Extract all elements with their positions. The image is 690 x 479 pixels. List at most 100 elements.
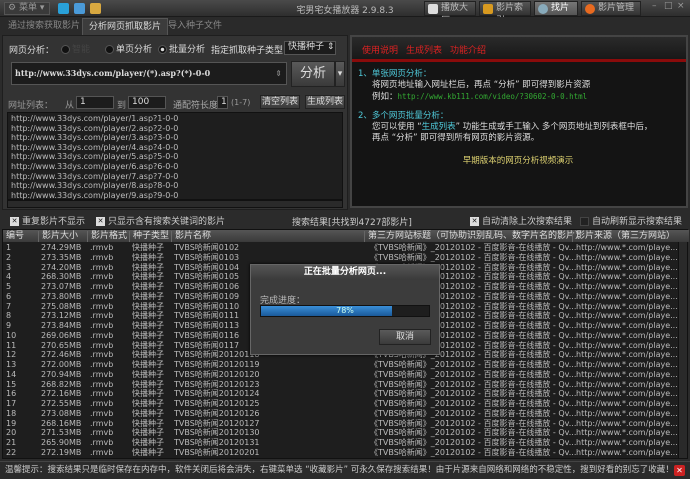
table-row[interactable]: 22 272.19MB .rmvb 快播种子 TVBS哈新闻20120201 《TVBS哈… — [3, 448, 679, 458]
table-row[interactable]: 15 268.82MB .rmvb 快播种子 TVBS哈新闻20120123 《TVBS哈… — [3, 380, 679, 390]
analyze-dropdown[interactable]: ▾ — [335, 61, 345, 87]
cell-format: .rmvb — [90, 399, 114, 408]
seed-type-select[interactable]: 快播种子 ⇕ — [284, 41, 336, 55]
progress-text: 78% — [336, 306, 354, 315]
cell-seed-type: 快播种子 — [132, 379, 164, 389]
cell-source: http://www.*.com/playe... — [576, 243, 678, 252]
help-link-usage[interactable]: 使用说明 — [362, 43, 398, 56]
cell-seed-type: 快播种子 — [132, 408, 164, 418]
tab-analyze-web[interactable]: 分析网页抓取影片 — [82, 18, 169, 35]
nav-movie-manage[interactable]: 影片管理 — [581, 1, 641, 16]
url-list-item[interactable]: http://www.33dys.com/player/2.asp?2-0-0 — [11, 124, 339, 134]
minimize-button[interactable]: – — [652, 1, 657, 16]
help-link-generate[interactable]: 生成列表 — [406, 43, 442, 56]
cell-number: 2 — [6, 252, 12, 262]
help-link-features[interactable]: 功能介绍 — [450, 43, 486, 56]
cell-source: http://www.*.com/playe... — [576, 252, 678, 262]
cancel-button[interactable]: 取消 — [379, 329, 431, 345]
table-row[interactable]: 20 271.53MB .rmvb 快播种子 TVBS哈新闻20120130 《TVBS哈… — [3, 428, 679, 438]
progress-bar: 78% — [260, 305, 430, 317]
nav-play-hall[interactable]: 播放大厅 — [424, 1, 476, 26]
play-icon — [428, 4, 438, 14]
tab-search[interactable]: 通过搜索获取影片 — [2, 18, 86, 35]
generate-list-button[interactable]: 生成列表 — [305, 95, 345, 109]
url-list-item[interactable]: http://www.33dys.com/player/8.asp?8-0-0 — [11, 181, 339, 191]
help-generate-link[interactable]: 生成列表 — [422, 122, 456, 132]
analyze-button[interactable]: 分析 — [291, 61, 335, 87]
cell-size: 270.94MB — [41, 369, 82, 379]
wildcard-label: 通配符长度 — [173, 101, 219, 111]
radio-batch[interactable]: 批量分析 — [158, 42, 205, 55]
url-list-item[interactable]: http://www.33dys.com/player/6.asp?6-0-0 — [11, 162, 339, 172]
col-format[interactable]: 影片格式 — [87, 231, 127, 242]
cell-site-title: 《TVBS哈新闻》_20120102 - 百度影音-在线播放 - Qv... — [370, 428, 577, 438]
cell-site-title: 《TVBS哈新闻》_20120102 - 百度影音-在线播放 - Qv... — [370, 418, 577, 428]
table-row[interactable]: 17 272.55MB .rmvb 快播种子 TVBS哈新闻20120125 《TVBS哈… — [3, 399, 679, 409]
help-video-link[interactable]: 早期版本的网页分析视频演示 — [358, 156, 678, 167]
help-s1-example-link[interactable]: http://www.kb111.com/video/?30602-0-0.ht… — [398, 92, 588, 101]
url-list[interactable]: http://www.33dys.com/player/1.asp?1-0-0 h… — [7, 112, 343, 200]
table-row[interactable]: 21 265.90MB .rmvb 快播种子 TVBS哈新闻20120131 《TVBS哈… — [3, 438, 679, 448]
from-input[interactable]: 1 — [76, 96, 114, 109]
status-tip: 温馨提示：搜索结果只是临时保存在内存中，软件关闭后将会消失，右键菜单选 “收藏影… — [5, 465, 674, 475]
close-button[interactable]: × — [677, 1, 685, 16]
url-list-item[interactable]: http://www.33dys.com/player/4.asp?4-0-0 — [11, 143, 339, 153]
table-row[interactable]: 2 273.35MB .rmvb 快播种子 TVBS哈新闻0103 《TVBS哈新闻》_2… — [3, 253, 679, 263]
cell-name: TVBS哈新闻0109 — [174, 291, 240, 301]
url-input[interactable]: http://www.33dys.com/player/(*).asp?(*)-… — [11, 62, 287, 85]
checkbox-checked-icon: ✕ — [96, 217, 105, 226]
table-row[interactable]: 18 273.08MB .rmvb 快播种子 TVBS哈新闻20120126 《TVBS哈… — [3, 409, 679, 419]
url-list-item[interactable]: http://www.33dys.com/player/7.asp?7-0-0 — [11, 172, 339, 182]
table-vscrollbar[interactable] — [678, 242, 687, 458]
tab-import-seed[interactable]: 导入种子文件 — [162, 18, 228, 35]
cell-number: 11 — [6, 340, 17, 350]
cell-size: 273.84MB — [41, 321, 82, 330]
cell-site-title: 《TVBS哈新闻》_20120102 - 百度影音-在线播放 - Qv... — [370, 438, 577, 447]
cell-format: .rmvb — [90, 252, 114, 262]
cell-source: http://www.*.com/playe... — [576, 408, 678, 418]
cell-format: .rmvb — [90, 408, 114, 418]
maximize-button[interactable]: □ — [664, 1, 673, 16]
cell-seed-type: 快播种子 — [132, 301, 164, 311]
cell-seed-type: 快播种子 — [132, 350, 164, 360]
url-list-item[interactable]: http://www.33dys.com/player/5.asp?5-0-0 — [11, 152, 339, 162]
to-input[interactable]: 100 — [128, 96, 166, 109]
checkbox-unchecked-icon — [580, 217, 589, 226]
table-row[interactable]: 13 272.00MB .rmvb 快播种子 TVBS哈新闻20120119 《TVBS哈… — [3, 360, 679, 370]
cell-name: TVBS哈新闻0117 — [174, 340, 240, 350]
col-size[interactable]: 影片大小 — [38, 231, 78, 242]
help-s1-example-label: 例如： — [372, 92, 398, 102]
url-list-hscrollbar[interactable] — [7, 200, 343, 208]
col-number[interactable]: 编号 — [3, 231, 24, 242]
cell-size: 273.08MB — [41, 408, 82, 418]
url-dropdown-icon[interactable]: ⇕ — [275, 63, 282, 84]
url-list-item[interactable]: http://www.33dys.com/player/1.asp?1-0-0 — [11, 114, 339, 124]
option-no-duplicate[interactable]: ✕ 重复影片不显示 — [10, 214, 85, 227]
option-only-keyword[interactable]: ✕ 只显示含有搜索关键词的影片 — [96, 214, 225, 227]
radio-single[interactable]: 单页分析 — [105, 42, 152, 55]
cell-size: 272.46MB — [41, 350, 82, 360]
cell-source: http://www.*.com/playe... — [576, 389, 678, 399]
option-auto-clear[interactable]: ✕ 自动清除上次搜索结果 — [470, 214, 572, 227]
cell-format: .rmvb — [90, 262, 114, 272]
col-site-title[interactable]: 第三方网站标题（可协助识别乱码、数字片名的影片） — [364, 231, 584, 242]
table-row[interactable]: 19 268.16MB .rmvb 快播种子 TVBS哈新闻20120127 《TVBS哈… — [3, 419, 679, 429]
nav-label: 影片管理 — [598, 3, 635, 13]
nav-movie-index[interactable]: 影片索引 — [479, 1, 531, 26]
option-auto-refresh[interactable]: 自动刷新显示搜索结果 — [580, 214, 682, 227]
clear-list-button[interactable]: 清空列表 — [260, 95, 300, 109]
url-list-item[interactable]: http://www.33dys.com/player/9.asp?9-0-0 — [11, 191, 339, 201]
checkbox-checked-icon: ✕ — [470, 217, 479, 226]
cell-source: http://www.*.com/playe... — [576, 418, 678, 428]
close-tip-icon[interactable]: ✕ — [674, 465, 685, 476]
col-source[interactable]: 影片来源（第三方网站） — [572, 231, 675, 242]
col-name[interactable]: 影片名称 — [171, 231, 211, 242]
table-row[interactable]: 14 270.94MB .rmvb 快播种子 TVBS哈新闻20120120 《TVBS哈… — [3, 370, 679, 380]
table-row[interactable]: 1 274.29MB .rmvb 快播种子 TVBS哈新闻0102 《TVBS哈新闻》_2… — [3, 243, 679, 253]
nav-find-movie[interactable]: 找片 — [534, 1, 578, 16]
url-list-item[interactable]: http://www.33dys.com/player/3.asp?3-0-0 — [11, 133, 339, 143]
table-row[interactable]: 16 272.16MB .rmvb 快播种子 TVBS哈新闻20120124 《TVBS哈… — [3, 389, 679, 399]
col-seed-type[interactable]: 种子类型 — [129, 231, 169, 242]
radio-smart[interactable]: 智能 — [61, 42, 90, 55]
wildcard-input[interactable]: 1 — [217, 96, 228, 109]
